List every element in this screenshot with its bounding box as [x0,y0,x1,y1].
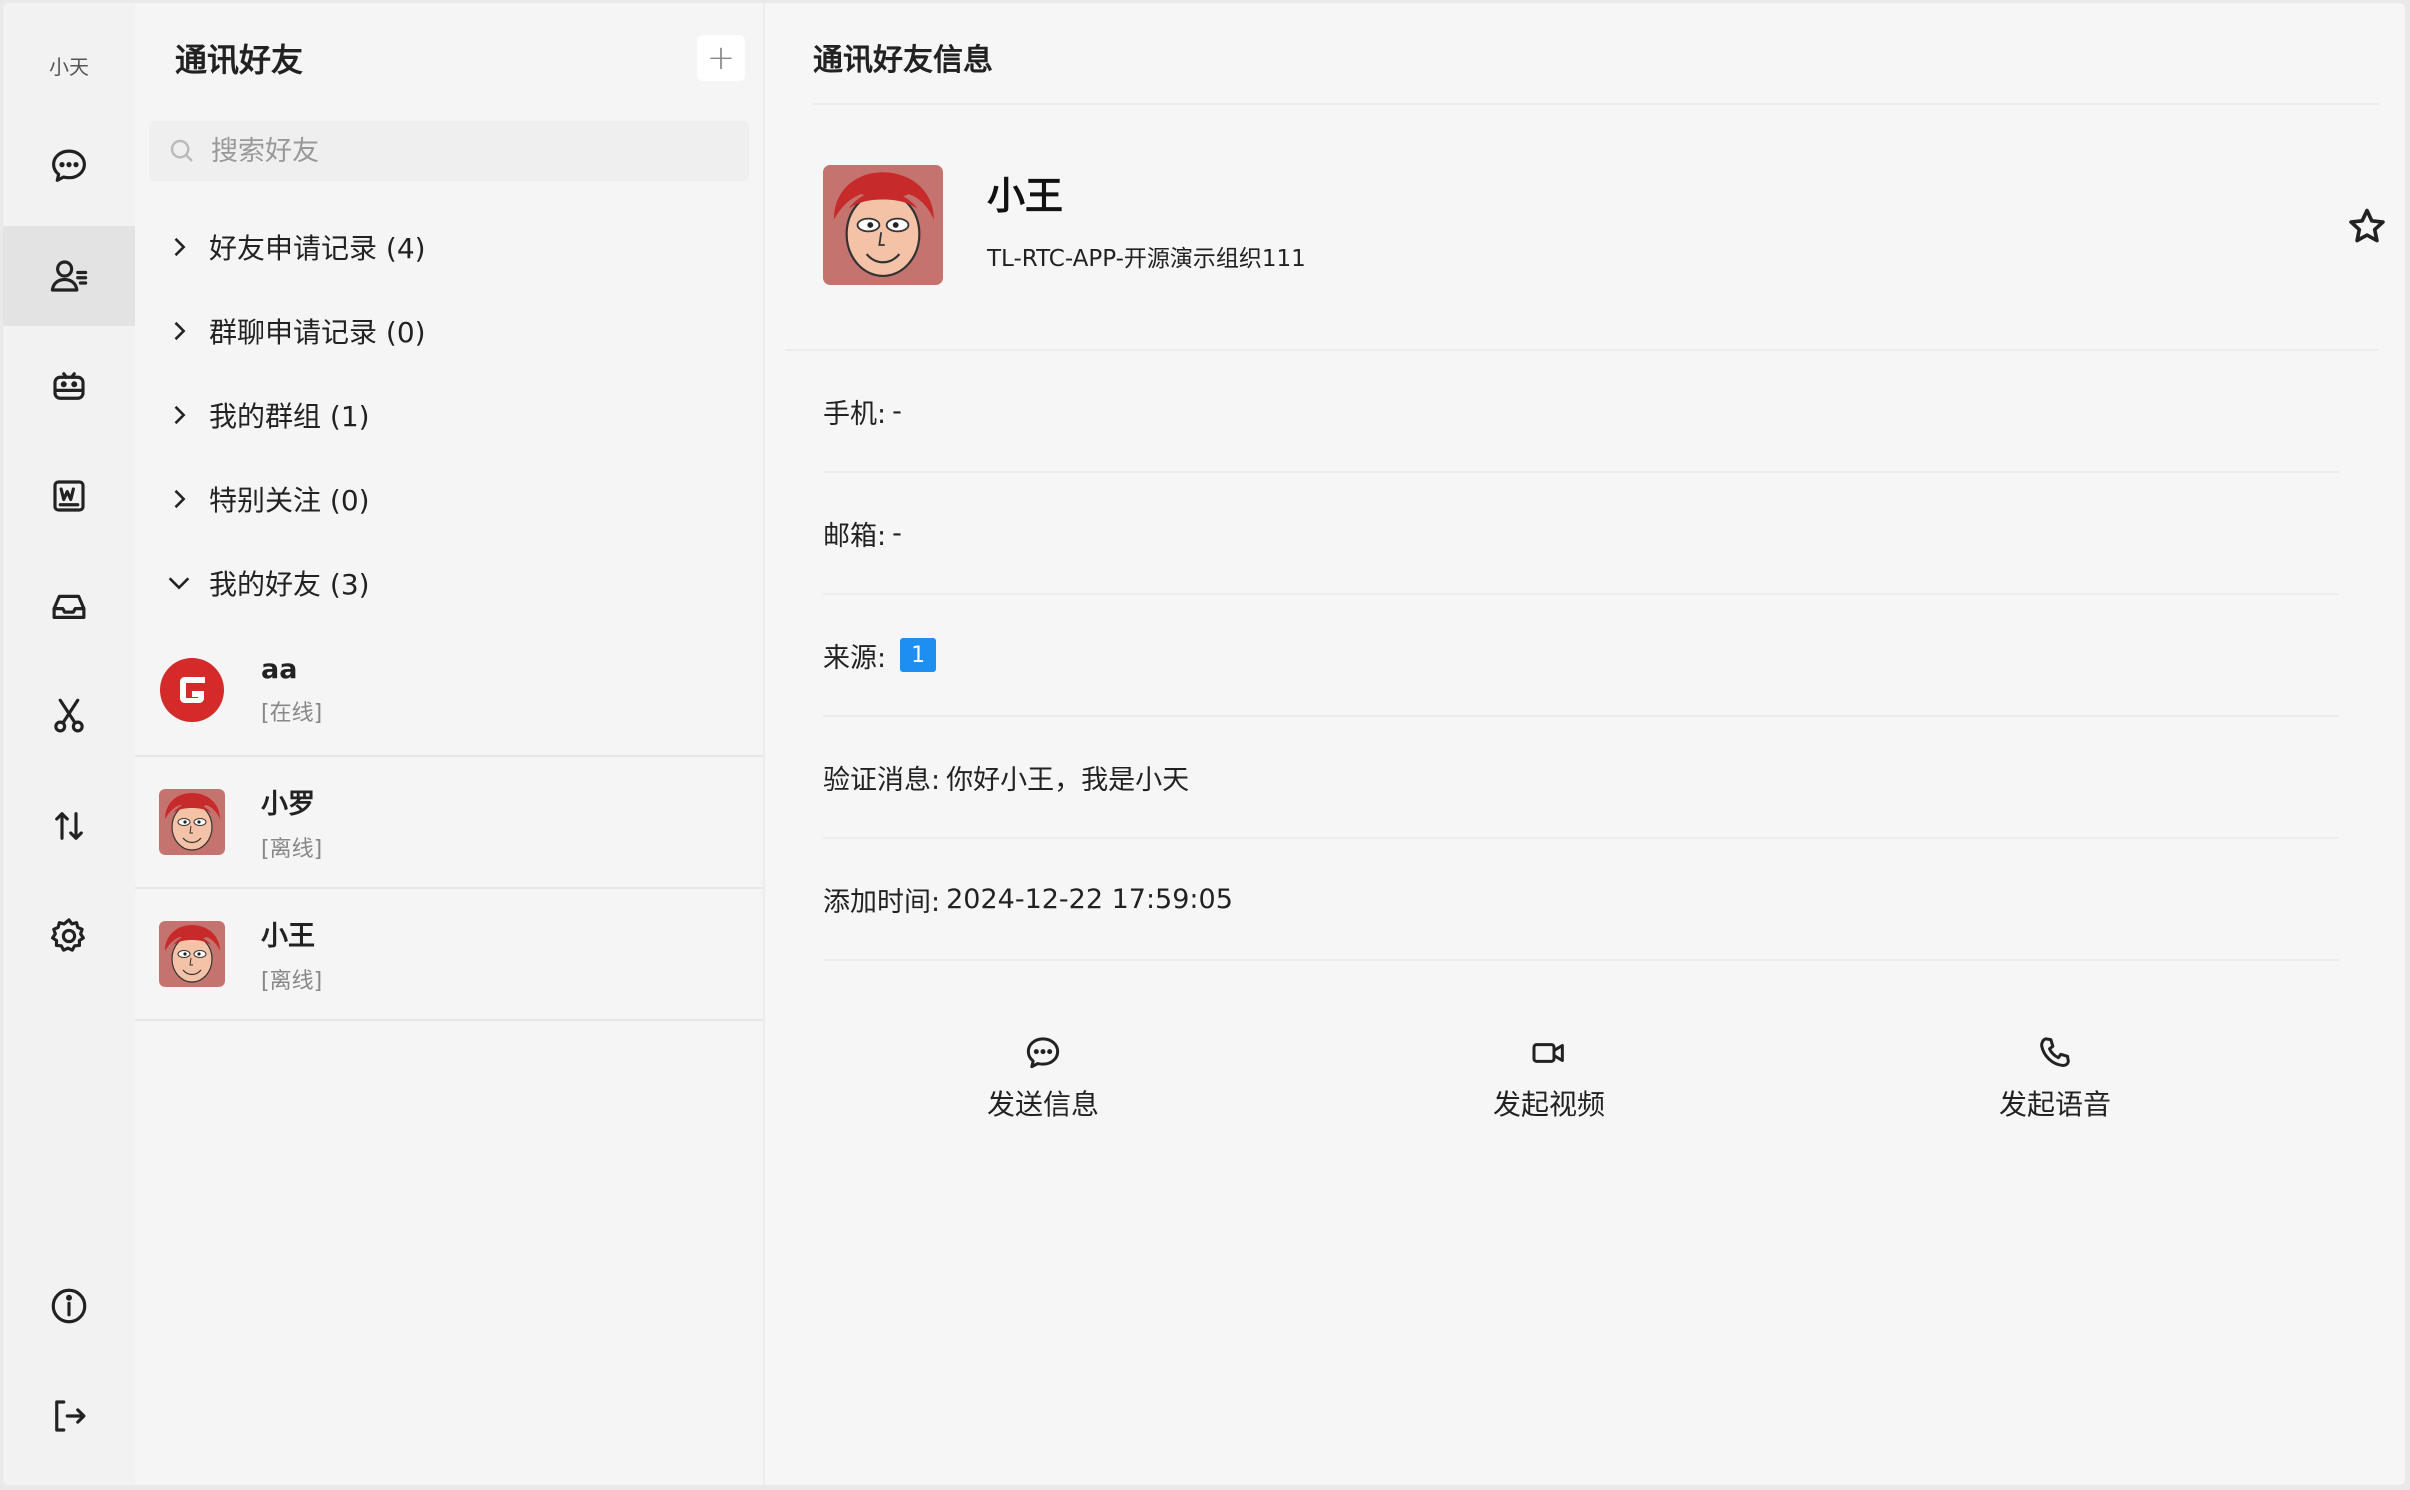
phone-value: - [892,395,902,427]
friend-item[interactable]: aa [在线] [135,625,763,757]
start-voice-label: 发起语音 [1998,1088,2111,1121]
friend-name: aa [261,653,298,685]
rail-settings[interactable] [3,886,135,986]
start-video-button[interactable]: 发起视频 [1449,1033,1649,1123]
search-box [149,121,749,181]
friend-status: [离线] [261,836,323,862]
source-label: 来源: [823,642,887,674]
email-value: - [892,517,902,549]
friend-status: [在线] [261,700,323,726]
friend-detail-panel: 通讯好友信息 小王 TL-RTC-APP-开源演示组织111 手机: - 邮箱:… [765,3,2405,1485]
group-label: 特别关注 (0) [209,484,370,517]
verify-message-row: 验证消息: 你好小王，我是小天 [823,752,1189,802]
app-window: 小天 通讯好友 + 搜索好友 好友申请记录 (4) 群聊申请记录 (0) 我的群… [3,3,2405,1485]
rail-scissors[interactable] [3,666,135,766]
group-friend-requests[interactable]: 好友申请记录 (4) [165,217,426,277]
phone-label: 手机: [823,398,887,430]
favorite-button[interactable] [2345,205,2389,249]
friend-meta: 小王 [离线] [261,914,322,995]
divider [823,471,2339,473]
email-row: 邮箱: - [823,508,902,558]
chevron-right-icon [174,321,186,341]
search-input[interactable] [211,135,731,167]
divider [823,715,2339,717]
profile-organization: TL-RTC-APP-开源演示组织111 [987,246,1306,272]
source-row: 来源: 1 [823,630,937,680]
detail-title: 通讯好友信息 [813,43,993,78]
inbox-icon [52,594,86,619]
logout-icon [55,1400,86,1432]
group-special-follow[interactable]: 特别关注 (0) [165,469,370,529]
rail-chat[interactable] [3,116,135,216]
info-icon [51,1288,87,1324]
divider [813,103,2379,105]
group-group-requests[interactable]: 群聊申请记录 (0) [165,301,426,361]
group-label: 我的群组 (1) [209,400,370,433]
group-label: 我的好友 (3) [209,568,370,601]
scissors-icon [54,698,84,733]
friend-meta: 小罗 [离线] [261,782,322,863]
nav-rail: 小天 [3,3,135,1485]
friend-meta: aa [在线] [261,654,322,727]
chevron-right-icon [174,237,186,257]
chevron-right-icon [174,405,186,425]
chat-bubble-icon [1026,1037,1060,1069]
rail-contacts[interactable] [3,226,135,326]
email-label: 邮箱: [823,520,887,552]
divider [823,959,2339,961]
divider [823,593,2339,595]
group-my-friends[interactable]: 我的好友 (3) [165,553,370,613]
group-label: 群聊申请记录 (0) [209,316,426,349]
rail-about[interactable] [3,1256,135,1356]
profile-name: 小王 [987,174,1064,218]
friend-item[interactable]: 小王 [离线] [135,889,763,1021]
gear-icon [50,918,85,952]
search-icon [170,139,193,162]
star-icon [2349,208,2385,243]
start-voice-button[interactable]: 发起语音 [1955,1033,2155,1123]
phone-icon [2040,1037,2070,1068]
group-label: 好友申请记录 (4) [209,232,426,265]
contacts-header: 通讯好友 + [175,33,745,83]
rail-transfer[interactable] [3,776,135,876]
chat-bubble-icon [52,149,86,182]
video-camera-icon [1532,1043,1564,1063]
verify-label: 验证消息: [823,764,941,796]
current-user-name: 小天 [49,55,89,79]
divider [785,349,2379,351]
friend-status: [离线] [261,968,323,994]
contacts-panel: 通讯好友 + 好友申请记录 (4) 群聊申请记录 (0) 我的群组 (1) 特别… [135,3,765,1485]
start-video-label: 发起视频 [1492,1088,1605,1121]
robot-icon [53,372,85,400]
rail-inbox[interactable] [3,556,135,656]
friend-item[interactable]: 小罗 [离线] [135,757,763,889]
rail-robot[interactable] [3,336,135,436]
avatar-g-logo [160,658,224,722]
contacts-icon [50,260,88,292]
chevron-right-icon [174,489,186,509]
contacts-title: 通讯好友 [175,41,304,79]
rail-logout[interactable] [3,1366,135,1466]
avatar-cartoon-face [159,921,225,987]
send-message-label: 发送信息 [986,1088,1099,1121]
added-label: 添加时间: [823,886,941,918]
divider [823,837,2339,839]
add-friend-button[interactable]: + [697,35,745,81]
friend-name: 小罗 [261,788,315,820]
added-value: 2024-12-22 17:59:05 [946,883,1233,915]
added-time-row: 添加时间: 2024-12-22 17:59:05 [823,874,1233,924]
chevron-down-icon [168,577,190,590]
verify-value: 你好小王，我是小天 [946,764,1190,796]
group-my-groups[interactable]: 我的群组 (1) [165,385,370,445]
rail-word[interactable] [3,446,135,546]
profile-avatar [823,165,943,285]
friend-name: 小王 [261,920,315,952]
word-doc-icon [53,480,85,512]
avatar-cartoon-face [159,789,225,855]
source-badge: 1 [900,638,937,672]
transfer-arrows-icon [55,812,83,840]
phone-row: 手机: - [823,386,902,436]
send-message-button[interactable]: 发送信息 [943,1033,1143,1123]
